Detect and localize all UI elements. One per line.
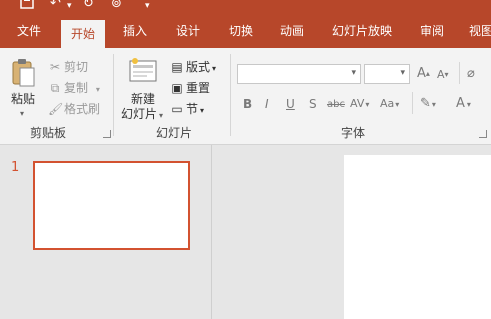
highlight-dropdown-icon: ▾ [431,100,436,109]
reset-button[interactable]: ▣ 重置 [170,80,210,96]
tab-design[interactable]: 设计 [176,14,200,48]
reset-label: 重置 [186,81,211,95]
quick-access-toolbar: ↶ ▾ ↻ ⊚ ▾ [0,0,491,14]
font-launcher-icon[interactable] [479,130,487,138]
save-icon[interactable] [20,0,34,13]
clipboard-group-label: 剪贴板 [30,126,67,140]
undo-icon[interactable]: ↶ [50,0,61,11]
character-spacing-label: AV [350,97,365,110]
copy-icon: ⧉ [50,81,60,95]
cut-label: 剪切 [64,60,89,74]
grow-font-icon: ▴ [425,69,430,78]
font-color-label: A [456,96,465,111]
clear-formatting-icon[interactable]: ⌀ [467,66,475,82]
tab-slideshow[interactable]: 幻灯片放映 [332,14,392,48]
change-case-label: Aa [380,97,395,110]
shrink-font-icon: ▾ [444,70,449,79]
customize-qat-icon[interactable]: ▾ [145,0,150,13]
slide-canvas[interactable] [344,155,491,319]
spacing-dropdown-icon: ▾ [365,100,370,109]
section-label: 节 [186,102,199,116]
italic-button[interactable]: I [265,96,269,112]
paste-button[interactable]: 粘贴 [11,92,35,107]
layout-dropdown-icon: ▾ [212,64,217,73]
inline-separator [459,62,460,84]
bold-button[interactable]: B [243,96,252,112]
slide-number: 1 [11,160,20,175]
format-painter-label: 格式刷 [64,102,101,116]
slides-group-label: 幻灯片 [156,126,193,140]
new-slide-line2[interactable]: 幻灯片 [121,107,157,122]
present-icon[interactable]: ⊚ [111,0,122,11]
font-size-combo[interactable]: ▾ [364,64,410,84]
highlight-button[interactable]: ✎▾ [420,96,436,113]
font-group-label: 字体 [341,126,366,140]
shrink-font-label: A [437,68,445,81]
section-dropdown-icon: ▾ [200,106,205,115]
paste-dropdown-icon[interactable]: ▾ [20,106,24,121]
grow-font-button[interactable]: A▴ [417,66,430,82]
layout-icon: ▤ [171,60,183,74]
section-icon: ▭ [171,102,183,116]
clipboard-launcher-icon[interactable] [103,130,111,138]
group-separator [113,54,114,136]
case-dropdown-icon: ▾ [395,100,400,109]
tab-home[interactable]: 开始 [61,20,106,48]
paintbrush-icon: 🖌 [48,102,64,116]
new-slide-icon[interactable] [129,57,157,86]
underline-button[interactable]: U [286,96,295,112]
group-separator [230,54,231,136]
font-color-button[interactable]: A ▾ [456,96,471,113]
format-painter-button[interactable]: 🖌格式刷 [48,101,100,117]
new-slide-line1[interactable]: 新建 [131,92,155,107]
reset-icon: ▣ [171,81,183,95]
font-name-dropdown-icon[interactable]: ▾ [351,68,356,78]
copy-dropdown-icon[interactable]: ▾ [96,85,100,94]
slide-thumbnail-pane: 1 [0,145,212,319]
ribbon-tabs: 文件 开始 插入 设计 切换 动画 幻灯片放映 审阅 视图 [0,14,491,48]
ribbon: 粘贴 ▾ ✂ 剪切 ⧉ 复制 ▾ 🖌格式刷 剪贴板 新建 幻灯片 ▾ ▤ 版式 … [0,48,491,145]
tab-view[interactable]: 视图 [469,14,491,48]
inline-separator [412,92,413,114]
paste-icon[interactable] [10,58,36,91]
slide-editing-area [212,145,491,319]
font-size-dropdown-icon[interactable]: ▾ [400,68,405,78]
cut-button[interactable]: ✂ 剪切 [48,59,88,75]
grow-font-label: A [417,66,426,81]
text-shadow-button[interactable]: S [309,96,317,112]
tab-insert[interactable]: 插入 [123,14,147,48]
section-button[interactable]: ▭ 节 ▾ [170,101,204,119]
tab-file[interactable]: 文件 [17,14,41,48]
font-color-dropdown-icon: ▾ [466,100,471,109]
layout-button[interactable]: ▤ 版式 ▾ [170,59,216,77]
font-name-combo[interactable]: ▾ [237,64,361,84]
scissors-icon: ✂ [49,60,61,74]
strikethrough-button[interactable]: abc [327,97,345,113]
slide-thumbnail[interactable] [33,161,190,250]
redo-icon[interactable]: ↻ [83,0,94,11]
tab-animations[interactable]: 动画 [280,14,304,48]
highlighter-icon: ✎ [420,96,431,111]
copy-button[interactable]: ⧉ 复制 ▾ [48,80,100,98]
copy-label: 复制 [64,81,89,95]
tab-review[interactable]: 审阅 [420,14,444,48]
tab-transitions[interactable]: 切换 [229,14,253,48]
new-slide-dropdown-icon[interactable]: ▾ [159,108,163,123]
undo-dropdown-icon[interactable]: ▾ [67,0,72,13]
character-spacing-button[interactable]: AV▾ [350,96,369,113]
layout-label: 版式 [186,60,211,74]
change-case-button[interactable]: Aa▾ [380,96,399,113]
shrink-font-button[interactable]: A▾ [437,67,449,83]
